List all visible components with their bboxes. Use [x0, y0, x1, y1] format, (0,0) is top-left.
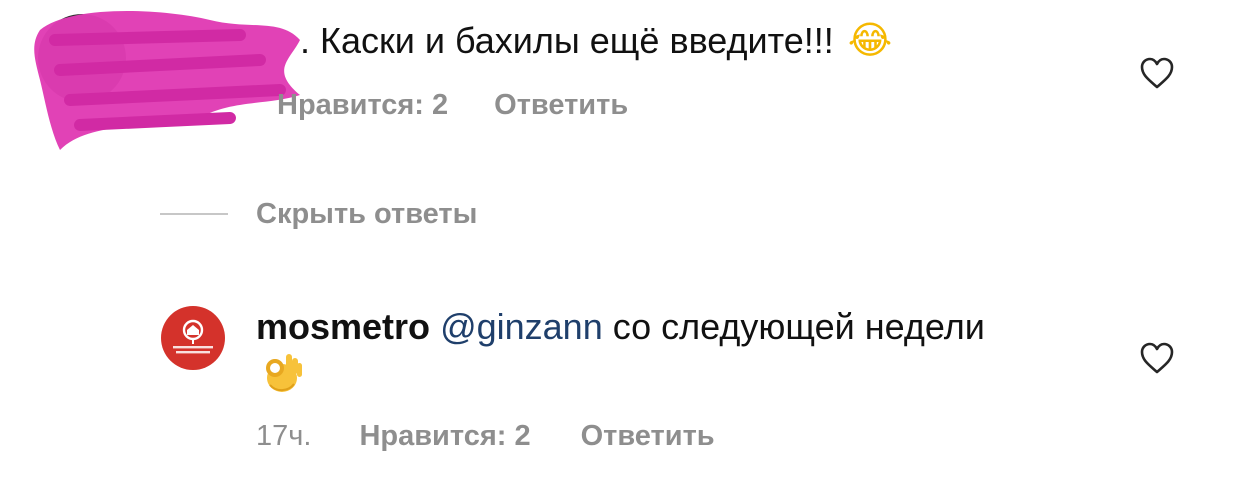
- hide-replies-link[interactable]: Скрыть ответы: [256, 192, 477, 236]
- heart-icon[interactable]: [1139, 56, 1175, 90]
- likes-count-link[interactable]: Нравится: 2: [277, 89, 448, 121]
- reply-text: mosmetro @ginzann со следующей недели: [256, 302, 985, 352]
- comment-text: . Каски и бахилы ещё введите!!! 😂: [300, 12, 892, 69]
- ok-hand-emoji: [266, 354, 302, 392]
- metro-pin-icon: [173, 319, 213, 354]
- reply-link[interactable]: Ответить: [494, 89, 628, 121]
- reply-body: со следующей недели: [612, 306, 985, 347]
- reply-meta: 17ч. Нравится: 2 Ответить: [256, 414, 715, 458]
- timestamp: 17ч.: [256, 420, 312, 452]
- redaction-scribble: [34, 10, 300, 150]
- likes-count-link[interactable]: Нравится: 2: [359, 420, 530, 452]
- reply-link[interactable]: Ответить: [581, 420, 715, 452]
- heart-icon[interactable]: [1139, 341, 1175, 375]
- replies-divider: [160, 213, 228, 215]
- tears-of-joy-emoji: 😂: [847, 18, 893, 62]
- mosmetro-avatar[interactable]: [161, 306, 225, 370]
- username-link[interactable]: mosmetro: [256, 306, 430, 347]
- comments-thread: . Каски и бахилы ещё введите!!! 😂 Нравитс…: [0, 0, 1239, 488]
- comment-meta: Нравится: 2 Ответить: [277, 85, 628, 125]
- mention-link[interactable]: @ginzann: [440, 306, 603, 347]
- comment-body: . Каски и бахилы ещё введите!!!: [300, 20, 834, 61]
